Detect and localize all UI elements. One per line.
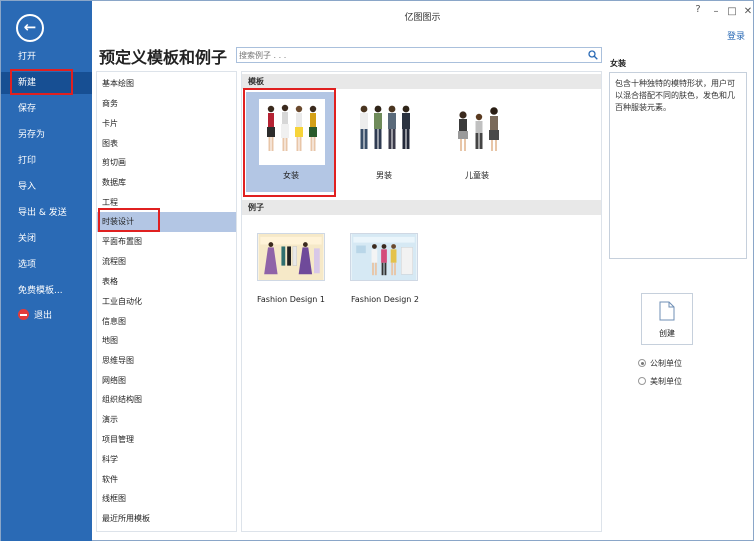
category-item[interactable]: 数据库 [97, 173, 236, 193]
menu-save[interactable]: 保存 [1, 98, 92, 120]
category-item[interactable]: 基本绘图 [97, 74, 236, 94]
create-label: 创建 [659, 329, 675, 338]
category-item[interactable]: 最近所用模板 [97, 509, 236, 529]
menu-label: 保存 [18, 104, 37, 114]
mens-fashion-thumbnail [360, 105, 410, 149]
category-item[interactable]: 思维导图 [97, 351, 236, 371]
menu-export-send[interactable]: 导出 & 发送 [1, 202, 92, 224]
menu-label: 导出 & 发送 [18, 208, 67, 218]
category-item[interactable]: 线框图 [97, 489, 236, 509]
category-item[interactable]: 软件 [97, 470, 236, 490]
category-item[interactable]: 表格 [97, 272, 236, 292]
minimize-icon[interactable]: – [709, 6, 723, 17]
search-icon[interactable] [588, 50, 598, 60]
menu-options[interactable]: 选项 [1, 254, 92, 276]
new-document-icon [659, 301, 675, 321]
login-link[interactable]: 登录 [727, 29, 745, 42]
category-item-fashion[interactable]: 时装设计 [97, 212, 236, 232]
info-description: 包含十种独特的模特形状，用户可以混合搭配不同的肤色，发色和几百种服装元素。 [609, 72, 747, 259]
menu-close[interactable]: 关闭 [1, 228, 92, 250]
menu-open[interactable]: 打开 [1, 46, 92, 68]
category-list: 基本绘图 商务 卡片 图表 剪切画 数据库 工程 时装设计 平面布置图 流程图 … [96, 71, 237, 532]
category-item[interactable]: 商务 [97, 94, 236, 114]
example-label[interactable]: Fashion Design 2 [351, 295, 419, 304]
fashion-design-1-thumbnail[interactable] [257, 233, 325, 281]
template-gallery: 模板 女装 男装 儿童装 例子 Fashion Design 1 Fashion… [241, 71, 602, 532]
us-units-radio[interactable]: 美制单位 [638, 376, 682, 388]
search-input[interactable] [239, 48, 579, 62]
category-item[interactable]: 流程图 [97, 252, 236, 272]
template-label: 男装 [376, 171, 392, 180]
menu-label: 打开 [18, 52, 37, 62]
app-title: 亿图图示 [404, 13, 441, 23]
close-icon[interactable]: ✕ [741, 6, 754, 17]
category-item[interactable]: 工业自动化 [97, 292, 236, 312]
category-item[interactable]: 组织结构图 [97, 390, 236, 410]
menu-import[interactable]: 导入 [1, 176, 92, 198]
metric-units-radio[interactable]: 公制单位 [638, 358, 682, 370]
page-title: 预定义模板和例子 [99, 48, 228, 67]
template-tile-womens[interactable]: 女装 [246, 92, 336, 192]
create-button[interactable]: 创建 [641, 293, 693, 345]
menu-label: 退出 [34, 311, 53, 321]
radio-label: 美制单位 [650, 377, 682, 386]
menu-new[interactable]: 新建 [1, 72, 92, 94]
category-item[interactable]: 图表 [97, 134, 236, 154]
menu-label: 导入 [18, 182, 37, 192]
info-title: 女装 [610, 59, 626, 68]
fashion-design-2-thumbnail[interactable] [350, 233, 418, 281]
template-label: 儿童装 [465, 171, 489, 180]
examples-heading: 例子 [242, 200, 601, 215]
menu-label: 新建 [18, 78, 37, 88]
menu-label: 免费模板... [18, 286, 63, 296]
backstage-sidebar: ← 打开 新建 保存 另存为 打印 导入 导出 & 发送 关闭 选项 免费模板.… [1, 1, 92, 541]
menu-exit[interactable]: 退出 [1, 305, 92, 327]
menu-label: 选项 [18, 260, 37, 270]
app-window: ← 打开 新建 保存 另存为 打印 导入 导出 & 发送 关闭 选项 免费模板.… [0, 0, 754, 541]
templates-heading: 模板 [242, 74, 601, 89]
back-arrow-icon[interactable]: ← [16, 14, 44, 42]
menu-print[interactable]: 打印 [1, 150, 92, 172]
menu-label: 关闭 [18, 234, 37, 244]
category-item[interactable]: 卡片 [97, 114, 236, 134]
category-item[interactable]: 地图 [97, 331, 236, 351]
menu-label: 另存为 [18, 130, 46, 140]
category-item[interactable]: 项目管理 [97, 430, 236, 450]
category-item[interactable]: 信息图 [97, 312, 236, 332]
womens-fashion-thumbnail [259, 99, 325, 165]
menu-free-templates[interactable]: 免费模板... [1, 280, 92, 302]
category-item[interactable]: 网络图 [97, 371, 236, 391]
kids-fashion-thumbnail [458, 107, 499, 151]
maximize-icon[interactable]: □ [725, 6, 739, 17]
category-item[interactable]: 剪切画 [97, 153, 236, 173]
category-item[interactable]: 科学 [97, 450, 236, 470]
example-label[interactable]: Fashion Design 1 [257, 295, 325, 304]
menu-save-as[interactable]: 另存为 [1, 124, 92, 146]
radio-selected-icon [638, 359, 646, 367]
template-label: 女装 [283, 171, 299, 180]
radio-unselected-icon [638, 377, 646, 385]
exit-icon [18, 309, 29, 320]
category-item[interactable]: 平面布置图 [97, 232, 236, 252]
template-tile-kids[interactable]: 儿童装 [432, 92, 522, 192]
category-item[interactable]: 演示 [97, 410, 236, 430]
title-bar: 亿图图示 ? – □ ✕ [92, 1, 753, 27]
help-icon[interactable]: ? [691, 4, 705, 15]
radio-label: 公制单位 [650, 359, 682, 368]
menu-label: 打印 [18, 156, 37, 166]
template-tile-mens[interactable]: 男装 [339, 92, 429, 192]
search-box [236, 47, 602, 63]
category-item[interactable]: 工程 [97, 193, 236, 213]
